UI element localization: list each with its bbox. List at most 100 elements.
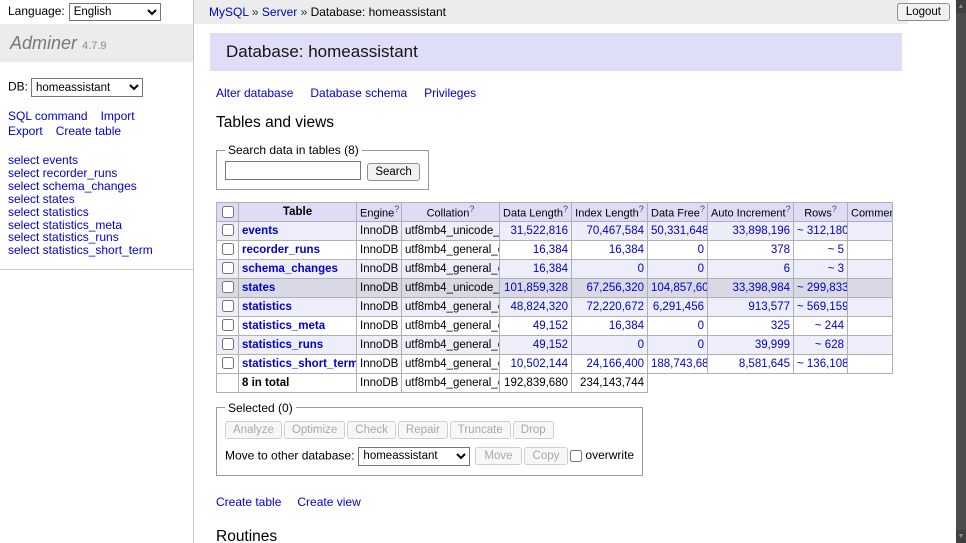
row-checkbox[interactable]: [222, 224, 234, 236]
rows-count-link[interactable]: ~ 628: [815, 339, 844, 351]
search-button[interactable]: Search: [367, 163, 419, 181]
data-length-link[interactable]: 101,859,328: [504, 282, 568, 294]
sidebar-table-link[interactable]: select states: [8, 192, 75, 206]
table-name-link[interactable]: statistics: [242, 301, 292, 313]
data-free-link[interactable]: 0: [698, 244, 704, 256]
auto-increment-link[interactable]: 33,398,984: [732, 282, 790, 294]
data-free-link[interactable]: 0: [698, 320, 704, 332]
data-length-link[interactable]: 16,384: [533, 244, 568, 256]
column-help-link[interactable]: ?: [700, 204, 705, 214]
sidebar-table-link[interactable]: select statistics_runs: [8, 230, 119, 244]
table-name-link[interactable]: states: [242, 282, 275, 294]
db-nav-link[interactable]: Alter database: [216, 86, 293, 100]
column-help-link[interactable]: ?: [563, 204, 568, 214]
auto-increment-link[interactable]: 39,999: [755, 339, 790, 351]
overwrite-checkbox[interactable]: [570, 450, 582, 462]
column-help-link[interactable]: ?: [639, 204, 644, 214]
data-free-link[interactable]: 0: [698, 263, 704, 275]
check-button[interactable]: Check: [347, 421, 396, 439]
column-help-link[interactable]: ?: [394, 204, 399, 214]
copy-button[interactable]: Copy: [524, 447, 569, 465]
data-length-link[interactable]: 31,522,816: [510, 225, 568, 237]
scrollbar[interactable]: ▲ ▼: [956, 0, 966, 543]
data-length-link[interactable]: 48,824,320: [510, 301, 568, 313]
row-checkbox[interactable]: [222, 281, 234, 293]
select-all-checkbox[interactable]: [222, 206, 234, 218]
row-checkbox[interactable]: [222, 338, 234, 350]
sidebar-action-link[interactable]: SQL command: [8, 109, 88, 123]
column-help-link[interactable]: ?: [469, 204, 474, 214]
sidebar-action-link[interactable]: Create table: [56, 124, 121, 138]
table-name-link[interactable]: statistics_runs: [242, 339, 323, 351]
index-length-link[interactable]: 70,467,584: [586, 225, 644, 237]
db-nav-link[interactable]: Database schema: [310, 86, 407, 100]
rows-count-link[interactable]: ~ 244: [815, 320, 844, 332]
sidebar-action-link[interactable]: Import: [101, 109, 135, 123]
table-name-link[interactable]: statistics_short_term: [242, 358, 357, 370]
auto-increment-link[interactable]: 8,581,645: [739, 358, 790, 370]
rows-count-link[interactable]: ~ 299,833: [797, 282, 848, 294]
sidebar-table-link[interactable]: select statistics_short_term: [8, 243, 153, 257]
auto-increment-link[interactable]: 913,577: [748, 301, 790, 313]
index-length-link[interactable]: 72,220,672: [586, 301, 644, 313]
table-name-link[interactable]: events: [242, 225, 278, 237]
index-length-link[interactable]: 0: [638, 339, 644, 351]
index-length-link[interactable]: 16,384: [609, 320, 644, 332]
index-length-link[interactable]: 16,384: [609, 244, 644, 256]
db-nav-link[interactable]: Privileges: [424, 86, 476, 100]
analyze-button[interactable]: Analyze: [225, 421, 282, 439]
sidebar-action-link[interactable]: Export: [8, 124, 43, 138]
move-button[interactable]: Move: [475, 447, 521, 465]
sidebar-table-link[interactable]: select statistics_meta: [8, 218, 122, 232]
rows-count-link[interactable]: ~ 569,159: [797, 301, 848, 313]
row-checkbox[interactable]: [222, 319, 234, 331]
db-select[interactable]: homeassistant: [31, 78, 143, 97]
data-free-link[interactable]: 0: [698, 339, 704, 351]
auto-increment-link[interactable]: 33,898,196: [732, 225, 790, 237]
sidebar-table-link[interactable]: select schema_changes: [8, 179, 137, 193]
logout-button[interactable]: Logout: [897, 3, 950, 21]
rows-count-link[interactable]: ~ 3: [828, 263, 844, 275]
sidebar-table-link[interactable]: select recorder_runs: [8, 166, 117, 180]
auto-increment-link[interactable]: 6: [784, 263, 790, 275]
table-name-link[interactable]: schema_changes: [242, 263, 338, 275]
data-length-link[interactable]: 49,152: [533, 320, 568, 332]
search-input[interactable]: [225, 161, 361, 180]
drop-button[interactable]: Drop: [513, 421, 554, 439]
data-free-link[interactable]: 188,743,680: [651, 358, 708, 370]
optimize-button[interactable]: Optimize: [284, 421, 345, 439]
rows-count-link[interactable]: ~ 5: [828, 244, 844, 256]
breadcrumb-link[interactable]: MySQL: [209, 5, 249, 19]
scrollbar-up-arrow[interactable]: ▲: [956, 0, 966, 13]
sidebar-table-link[interactable]: select events: [8, 153, 78, 167]
repair-button[interactable]: Repair: [398, 421, 448, 439]
data-free-link[interactable]: 50,331,648: [651, 225, 708, 237]
row-checkbox[interactable]: [222, 357, 234, 369]
language-select[interactable]: English: [69, 3, 161, 21]
auto-increment-link[interactable]: 325: [771, 320, 790, 332]
rows-count-link[interactable]: ~ 312,180: [797, 225, 848, 237]
index-length-link[interactable]: 24,166,400: [586, 358, 644, 370]
breadcrumb-link[interactable]: Server: [262, 5, 297, 19]
create-link[interactable]: Create table: [216, 495, 281, 509]
index-length-link[interactable]: 67,256,320: [586, 282, 644, 294]
data-free-link[interactable]: 104,857,600: [651, 282, 708, 294]
row-checkbox[interactable]: [222, 300, 234, 312]
rows-count-link[interactable]: ~ 136,108: [797, 358, 848, 370]
move-db-select[interactable]: homeassistant: [358, 447, 470, 466]
scrollbar-down-arrow[interactable]: ▼: [956, 530, 966, 543]
table-name-link[interactable]: statistics_meta: [242, 320, 325, 332]
index-length-link[interactable]: 0: [638, 263, 644, 275]
data-length-link[interactable]: 16,384: [533, 263, 568, 275]
row-checkbox[interactable]: [222, 243, 234, 255]
column-help-link[interactable]: ?: [786, 204, 791, 214]
table-name-link[interactable]: recorder_runs: [242, 244, 320, 256]
row-checkbox[interactable]: [222, 262, 234, 274]
create-link[interactable]: Create view: [297, 495, 360, 509]
data-length-link[interactable]: 49,152: [533, 339, 568, 351]
auto-increment-link[interactable]: 378: [771, 244, 790, 256]
data-free-link[interactable]: 6,291,456: [653, 301, 704, 313]
column-help-link[interactable]: ?: [832, 204, 837, 214]
truncate-button[interactable]: Truncate: [450, 421, 511, 439]
data-length-link[interactable]: 10,502,144: [510, 358, 568, 370]
